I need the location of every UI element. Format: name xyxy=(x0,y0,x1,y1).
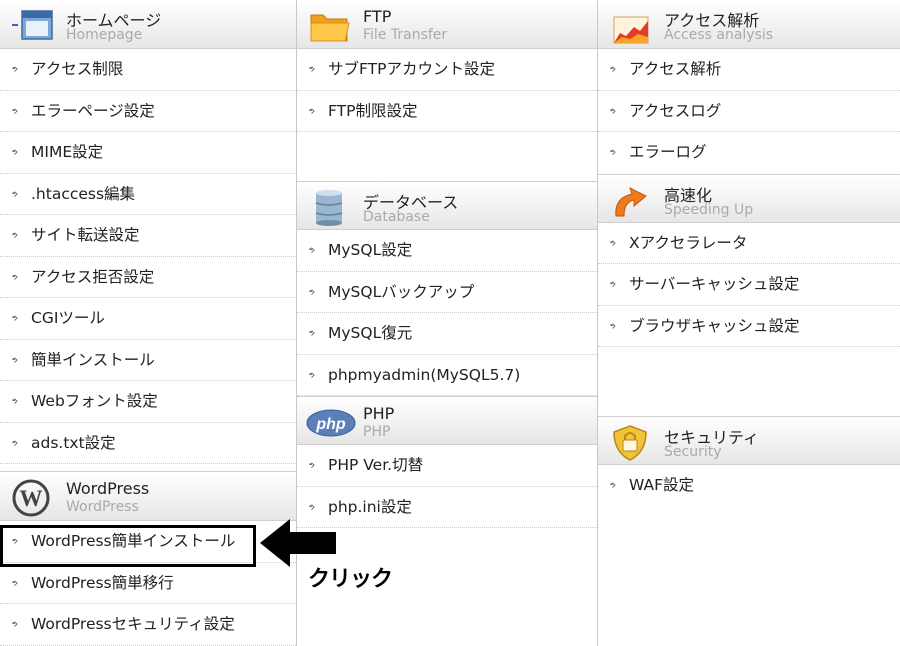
double-chevron-icon: ··› xyxy=(11,186,19,202)
double-chevron-icon: ··› xyxy=(11,435,19,451)
double-chevron-icon: ··› xyxy=(11,617,19,632)
menu-item-sub-ftp-account[interactable]: ··› サブFTPアカウント設定 xyxy=(297,49,597,91)
double-chevron-icon: ··› xyxy=(308,103,316,119)
section-subtitle: Speeding Up xyxy=(664,201,754,218)
section-header-security: セキュリティ Security xyxy=(598,416,900,465)
menu-item-mime[interactable]: ··› MIME設定 xyxy=(0,132,296,174)
double-chevron-icon: ··› xyxy=(11,228,19,243)
section-header-homepage: ホームページ Homepage xyxy=(0,0,296,49)
menu-item-access-log[interactable]: ··› アクセスログ xyxy=(598,91,900,132)
menu-item-x-accelerator[interactable]: ··› Xアクセラレータ xyxy=(598,223,900,264)
menu-item-ftp-restriction[interactable]: ··› FTP制限設定 xyxy=(297,91,597,132)
double-chevron-icon: ··› xyxy=(609,318,617,334)
menu-item-site-redirect[interactable]: ··› サイト転送設定 xyxy=(0,215,296,257)
section-header-ftp: FTP File Transfer xyxy=(297,0,597,49)
database-icon xyxy=(309,189,351,227)
menu-item-easy-install[interactable]: ··› 簡単インストール xyxy=(0,340,296,381)
menu-item-access-deny[interactable]: ··› アクセス拒否設定 xyxy=(0,257,296,298)
menu-item-access-restriction[interactable]: ··› アクセス制限 xyxy=(0,49,296,91)
double-chevron-icon: ··› xyxy=(308,284,316,300)
double-chevron-icon: ··› xyxy=(609,145,617,160)
section-subtitle: Access analysis xyxy=(664,27,774,43)
section-header-wordpress: W WordPress WordPress xyxy=(0,472,296,521)
double-chevron-icon: ··› xyxy=(308,367,316,383)
menu-item-mysql-restore[interactable]: ··› MySQL復元 xyxy=(297,313,597,355)
menu-item-mysql-settings[interactable]: ··› MySQL設定 xyxy=(297,230,597,272)
double-chevron-icon: ··› xyxy=(609,103,617,119)
shield-lock-icon xyxy=(610,424,652,462)
empty-row xyxy=(598,347,900,416)
menu-item-php-ini[interactable]: ··› php.ini設定 xyxy=(297,487,597,528)
double-chevron-icon: ··› xyxy=(609,235,617,251)
double-chevron-icon: ··› xyxy=(11,145,19,160)
section-header-php: php PHP PHP xyxy=(297,396,597,445)
section-title: PHP xyxy=(363,404,395,423)
section-subtitle: Security xyxy=(664,444,722,460)
double-chevron-icon: ··› xyxy=(609,277,617,292)
homepage-menu-list: ··› アクセス制限 ··› エラーページ設定 ··› MIME設定 ··› .htac… xyxy=(0,49,296,464)
double-chevron-icon: ··› xyxy=(308,243,316,258)
double-chevron-icon: ··› xyxy=(11,352,19,368)
wordpress-logo-icon: W xyxy=(12,479,54,517)
section-subtitle: PHP xyxy=(363,424,391,440)
homepage-window-icon xyxy=(12,7,54,45)
double-chevron-icon: ··› xyxy=(308,458,316,473)
menu-item-browser-cache[interactable]: ··› ブラウザキャッシュ設定 xyxy=(598,306,900,347)
menu-item-error-log[interactable]: ··› エラーログ xyxy=(598,132,900,174)
section-subtitle: Homepage xyxy=(66,27,143,43)
svg-text:php: php xyxy=(315,416,346,433)
speed-arrow-icon xyxy=(610,182,652,220)
chart-icon xyxy=(610,7,652,45)
double-chevron-icon: ··› xyxy=(308,326,316,341)
double-chevron-icon: ··› xyxy=(609,62,617,77)
menu-item-server-cache[interactable]: ··› サーバーキャッシュ設定 xyxy=(598,264,900,306)
section-title: WordPress xyxy=(66,479,150,498)
menu-item-cgi-tool[interactable]: ··› CGIツール xyxy=(0,298,296,340)
svg-text:W: W xyxy=(20,486,43,511)
click-annotation-label: クリック xyxy=(308,567,393,592)
folder-icon xyxy=(309,7,351,45)
menu-item-htaccess[interactable]: ··› .htaccess編集 xyxy=(0,174,296,215)
menu-item-error-page[interactable]: ··› エラーページ設定 xyxy=(0,91,296,132)
menu-column-2: FTP File Transfer ··› サブFTPアカウント設定 ··› FTP… xyxy=(297,0,597,646)
double-chevron-icon: ··› xyxy=(308,62,316,77)
menu-column-3: アクセス解析 Access analysis ··› アクセス解析 ··› アクセス… xyxy=(598,0,900,646)
section-header-access-analysis: アクセス解析 Access analysis xyxy=(598,0,900,49)
double-chevron-icon: ··› xyxy=(11,575,19,591)
section-header-database: データベース Database xyxy=(297,181,597,230)
php-logo-icon: php xyxy=(306,404,356,442)
section-subtitle: File Transfer xyxy=(363,27,448,43)
menu-item-phpmyadmin[interactable]: ··› phpmyadmin(MySQL5.7) xyxy=(297,355,597,396)
menu-item-access-analysis[interactable]: ··› アクセス解析 xyxy=(598,49,900,91)
highlight-box xyxy=(0,525,256,567)
double-chevron-icon: ··› xyxy=(609,478,617,493)
menu-item-waf[interactable]: ··› WAF設定 xyxy=(598,465,900,507)
section-subtitle: WordPress xyxy=(66,499,139,515)
menu-item-wordpress-security[interactable]: ··› WordPressセキュリティ設定 xyxy=(0,604,296,646)
empty-row xyxy=(297,132,597,181)
double-chevron-icon: ··› xyxy=(11,103,19,119)
section-header-speeding-up: 高速化 Speeding Up xyxy=(598,173,900,223)
menu-item-php-version[interactable]: ··› PHP Ver.切替 xyxy=(297,445,597,487)
section-gap xyxy=(0,464,296,472)
menu-item-ads-txt[interactable]: ··› ads.txt設定 xyxy=(0,423,296,464)
menu-item-web-font[interactable]: ··› Webフォント設定 xyxy=(0,381,296,423)
double-chevron-icon: ··› xyxy=(11,269,19,285)
menu-item-mysql-backup[interactable]: ··› MySQLバックアップ xyxy=(297,272,597,313)
section-title: FTP xyxy=(363,7,392,26)
menu-item-wordpress-migration[interactable]: ··› WordPress簡単移行 xyxy=(0,563,296,604)
double-chevron-icon: ··› xyxy=(11,311,19,326)
double-chevron-icon: ··› xyxy=(11,394,19,409)
section-subtitle: Database xyxy=(363,209,430,225)
double-chevron-icon: ··› xyxy=(11,62,19,77)
